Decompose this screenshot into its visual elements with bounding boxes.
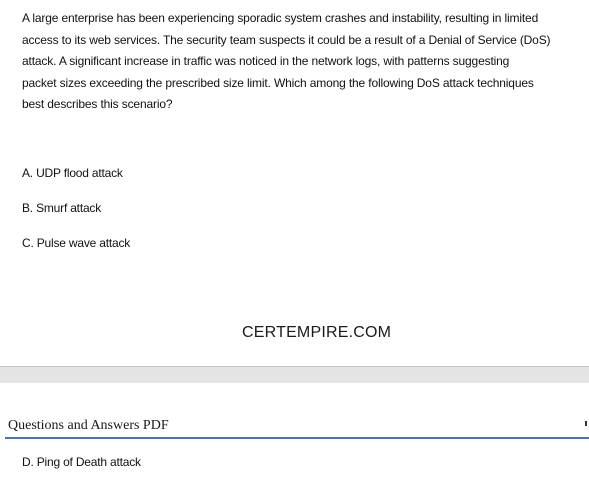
question-line: best describes this scenario? bbox=[22, 97, 173, 112]
page-break bbox=[0, 366, 589, 383]
option-c: C. Pulse wave attack bbox=[22, 236, 131, 250]
page-header-title: Questions and Answers PDF bbox=[8, 418, 169, 433]
option-d: D. Ping of Death attack bbox=[22, 455, 141, 469]
question-text: A large enterprise has been experiencing… bbox=[22, 8, 584, 116]
question-line: attack. A significant increase in traffi… bbox=[22, 54, 510, 69]
option-b: B. Smurf attack bbox=[22, 201, 102, 215]
question-line: access to its web services. The security… bbox=[22, 32, 551, 47]
header-rule bbox=[5, 437, 589, 439]
page-bottom bbox=[0, 383, 589, 488]
page-top: A large enterprise has been experiencing… bbox=[0, 0, 589, 367]
watermark: CERTEMPIRE.COM bbox=[242, 324, 392, 341]
header-tick-mark bbox=[585, 421, 587, 426]
question-line: packet sizes exceeding the prescribed si… bbox=[22, 75, 534, 90]
question-line: A large enterprise has been experiencing… bbox=[22, 11, 539, 25]
option-a: A. UDP flood attack bbox=[22, 166, 123, 180]
